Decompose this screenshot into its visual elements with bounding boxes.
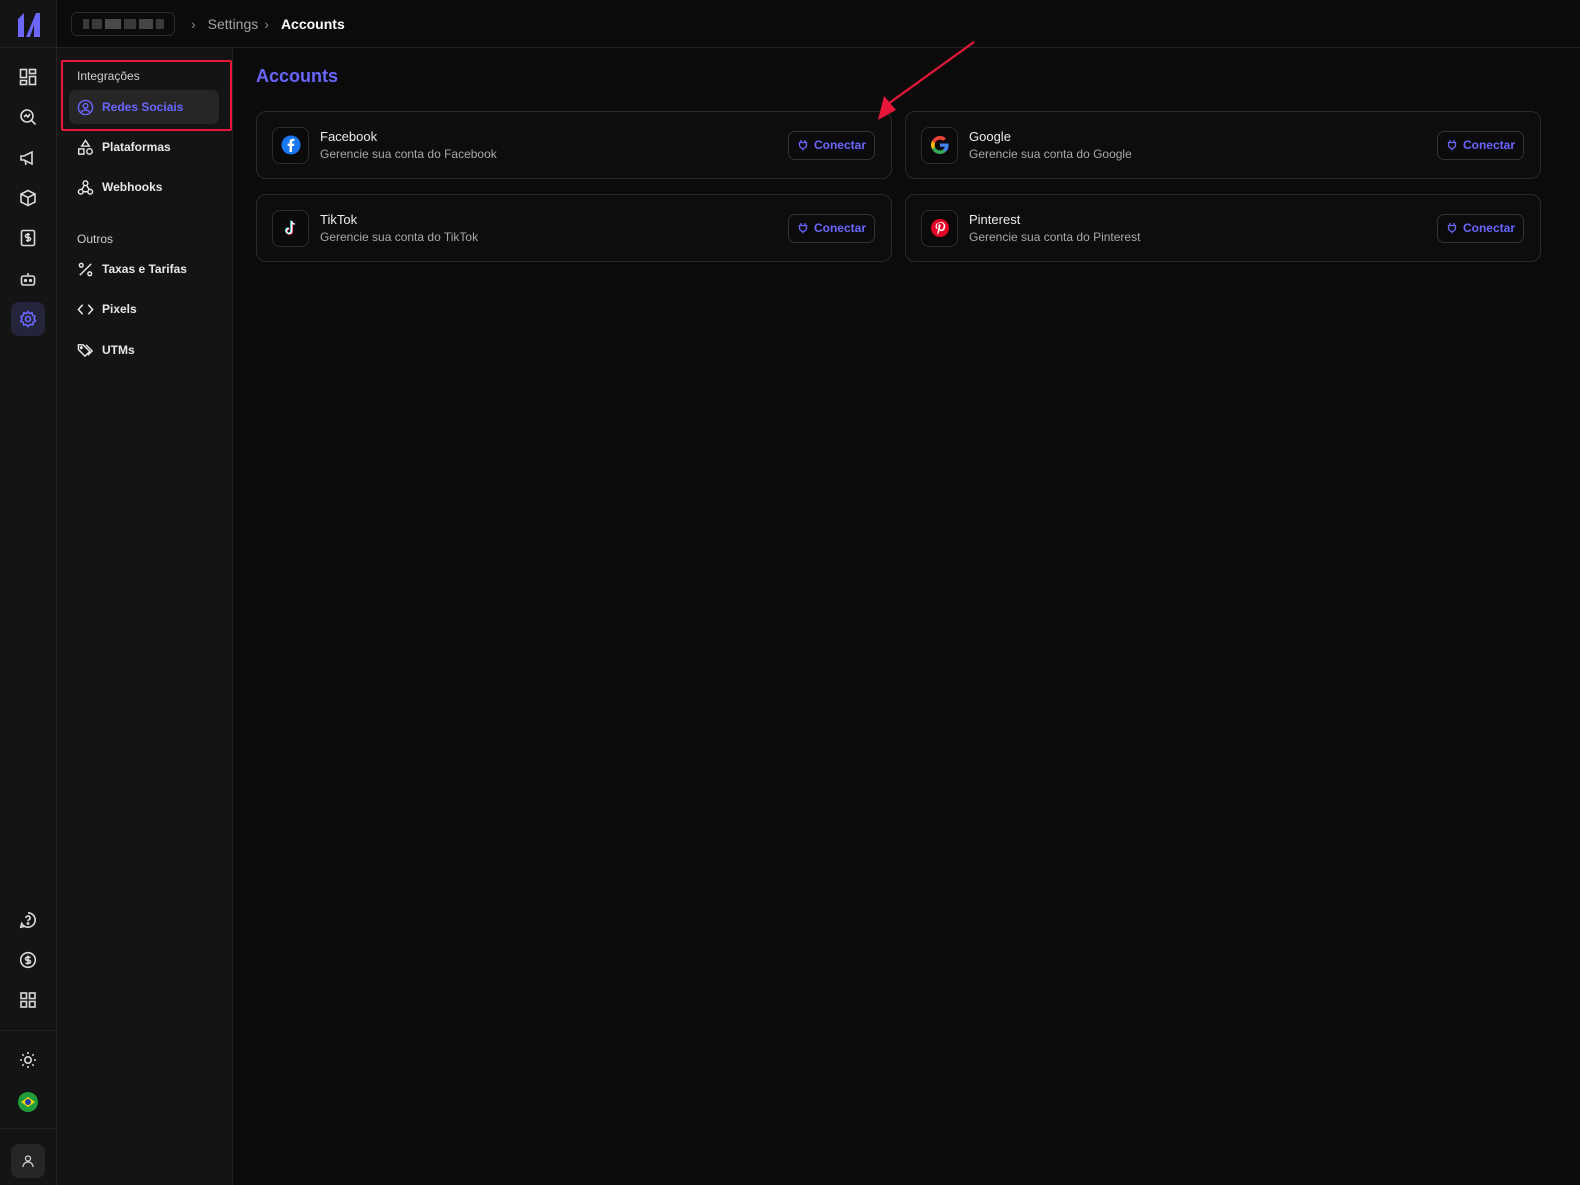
sidebar-item-label: UTMs	[102, 343, 135, 357]
workspace-selector[interactable]	[71, 11, 175, 36]
rail-divider	[0, 1128, 57, 1129]
sidebar-item-pixels[interactable]: Pixels	[69, 292, 219, 326]
plug-icon	[798, 140, 808, 151]
megaphone-icon[interactable]	[11, 141, 45, 175]
plug-icon	[1447, 140, 1457, 151]
apps-grid-icon[interactable]	[11, 983, 45, 1017]
dollar-icon[interactable]	[11, 943, 45, 977]
account-name: TikTok	[320, 212, 358, 227]
account-card-facebook: Facebook Gerencie sua conta do Facebook …	[256, 111, 892, 179]
user-icon[interactable]	[11, 1144, 45, 1178]
package-icon[interactable]	[11, 181, 45, 215]
group-label-outros: Outros	[77, 232, 114, 246]
sidebar-item-label: Taxas e Tarifas	[102, 262, 187, 276]
icon-rail	[0, 0, 57, 1185]
account-name: Pinterest	[969, 212, 1021, 227]
connect-label: Conectar	[1462, 138, 1515, 152]
bot-icon[interactable]	[11, 262, 45, 296]
sidebar-item-label: Pixels	[102, 302, 137, 316]
sidebar-item-label: Plataformas	[102, 140, 171, 154]
page-title: Accounts	[256, 66, 339, 86]
chevron-right-icon: ›	[264, 15, 269, 32]
account-name: Google	[969, 129, 1011, 144]
logo-icon	[17, 12, 40, 37]
annotation-arrow	[878, 41, 975, 120]
connect-tiktok-button[interactable]: Conectar	[787, 213, 875, 243]
code-icon	[77, 303, 94, 315]
connect-label: Conectar	[813, 221, 866, 235]
annotation-highlight-box	[61, 60, 232, 131]
connect-pinterest-button[interactable]: Conectar	[1436, 213, 1524, 243]
pinterest-icon	[921, 209, 958, 247]
sidebar-item-webhooks[interactable]: Webhooks	[69, 170, 219, 204]
facebook-icon	[272, 126, 309, 164]
connect-label: Conectar	[1462, 221, 1515, 235]
account-description: Gerencie sua conta do Pinterest	[969, 230, 1141, 244]
percent-icon	[78, 262, 93, 276]
account-card-tiktok: TikTok Gerencie sua conta do TikTok Cone…	[256, 194, 892, 262]
shapes-icon	[77, 138, 93, 155]
account-card-google: Google Gerencie sua conta do Google Cone…	[905, 111, 1541, 179]
app-logo[interactable]	[0, 0, 57, 48]
search-analytics-icon[interactable]	[11, 100, 45, 134]
sidebar-item-label: Webhooks	[102, 180, 163, 194]
account-name: Facebook	[320, 129, 378, 144]
connect-label: Conectar	[813, 138, 866, 152]
brazil-flag-icon[interactable]	[18, 1092, 38, 1112]
dashboard-icon[interactable]	[11, 60, 45, 94]
sun-icon[interactable]	[11, 1043, 45, 1077]
connect-facebook-button[interactable]: Conectar	[787, 130, 875, 160]
plug-icon	[1447, 223, 1457, 234]
account-description: Gerencie sua conta do Google	[969, 147, 1132, 161]
connect-google-button[interactable]: Conectar	[1436, 130, 1524, 160]
rail-divider	[0, 1030, 57, 1031]
webhook-icon	[77, 179, 94, 195]
breadcrumb-accounts: Accounts	[280, 15, 345, 32]
invoice-icon[interactable]	[11, 221, 45, 255]
plug-icon	[798, 223, 808, 234]
account-card-pinterest: Pinterest Gerencie sua conta do Pinteres…	[905, 194, 1541, 262]
google-icon	[921, 126, 958, 164]
sidebar-item-plataformas[interactable]: Plataformas	[69, 130, 219, 164]
breadcrumb-settings[interactable]: Settings	[208, 16, 259, 32]
sidebar-item-utms[interactable]: UTMs	[69, 333, 219, 367]
sidebar-item-taxas-e-tarifas[interactable]: Taxas e Tarifas	[69, 252, 219, 286]
tags-icon	[77, 343, 94, 357]
account-description: Gerencie sua conta do TikTok	[320, 230, 479, 244]
chevron-right-icon: ›	[191, 15, 196, 32]
settings-icon[interactable]	[11, 302, 45, 336]
help-chat-icon[interactable]	[11, 903, 45, 937]
account-description: Gerencie sua conta do Facebook	[320, 147, 497, 161]
tiktok-icon	[272, 209, 309, 247]
top-bar: › Settings › Accounts	[57, 0, 1580, 48]
settings-sidebar: Integrações Redes Sociais Plataformas We…	[57, 48, 233, 1185]
